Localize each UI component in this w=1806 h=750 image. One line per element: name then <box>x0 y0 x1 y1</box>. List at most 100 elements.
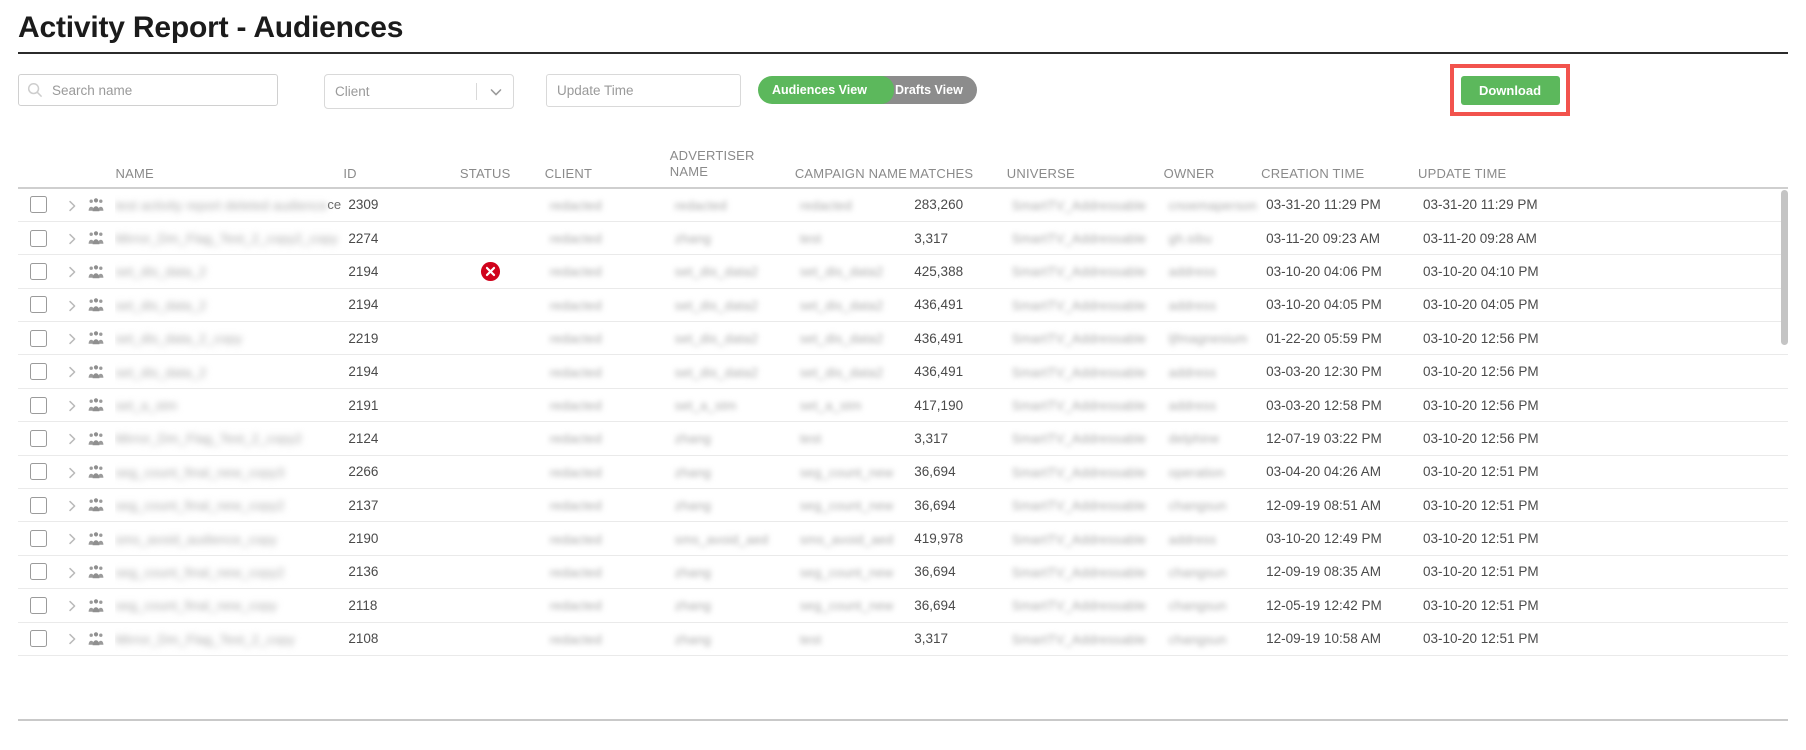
row-checkbox[interactable] <box>30 363 47 381</box>
row-checkbox[interactable] <box>30 496 47 514</box>
row-checkbox-cell <box>18 588 65 623</box>
row-checkbox[interactable] <box>30 530 47 548</box>
row-expand-icon[interactable] <box>65 199 79 213</box>
row-checkbox[interactable] <box>30 630 47 648</box>
row-checkbox[interactable] <box>30 563 47 581</box>
cell-name[interactable]: seg_count_final_new_copy3 <box>115 455 344 490</box>
row-expand-icon[interactable] <box>65 399 79 413</box>
row-checkbox[interactable] <box>30 262 47 280</box>
row-checkbox[interactable] <box>30 229 47 247</box>
row-expand-icon[interactable] <box>65 432 79 446</box>
header-spacer <box>1598 140 1788 189</box>
row-expand-icon[interactable] <box>65 332 79 346</box>
column-header-status[interactable]: STATUS <box>459 140 545 189</box>
column-header-update-time[interactable]: UPDATE TIME <box>1418 140 1599 189</box>
table-row[interactable]: seg_count_final_new_copy3 2266 redacted zha… <box>18 455 1788 490</box>
row-expand-icon[interactable] <box>65 232 79 246</box>
table-row[interactable]: set_dis_data_2_copy 2219 redacted set_dis_d… <box>18 321 1788 356</box>
row-expander-cell <box>64 254 88 289</box>
cell-client: redacted <box>544 288 670 323</box>
update-time-input[interactable]: Update Time <box>546 74 741 107</box>
cell-name[interactable]: test activity report deleted audiencece <box>115 188 344 222</box>
row-checkbox[interactable] <box>30 329 47 347</box>
table-row[interactable]: set_dis_data_2 2194 redacted set_dis_data2 s… <box>18 254 1788 289</box>
cell-name[interactable]: set_a_stm <box>115 388 344 423</box>
column-header-name[interactable]: NAME <box>115 140 344 189</box>
advertiser-redacted: set_a_stm <box>674 398 737 413</box>
column-header-creation-time[interactable]: CREATION TIME <box>1261 140 1418 189</box>
campaign-redacted: set_dis_data2 <box>799 297 884 313</box>
campaign-redacted: test <box>799 631 822 647</box>
tab-audiences-view[interactable]: Audiences View <box>758 76 894 104</box>
cell-id: 2219 <box>343 321 460 356</box>
row-expand-icon[interactable] <box>65 499 79 513</box>
column-header-universe[interactable]: UNIVERSE <box>1006 140 1164 189</box>
table-row[interactable]: set_dis_data_2 2194 redacted set_dis_data2 s… <box>18 354 1788 389</box>
cell-name[interactable]: set_dis_data_2_copy <box>115 321 344 356</box>
client-dropdown[interactable]: Client <box>324 74 514 109</box>
vertical-scrollbar[interactable] <box>1781 190 1788 735</box>
cell-name[interactable]: Mirror_Dm_Flag_Test_2_copy2_copy <box>115 221 344 256</box>
row-checkbox[interactable] <box>30 463 47 481</box>
cell-owner: address <box>1163 521 1262 556</box>
table-row[interactable]: seg_count_final_new_copy2 2137 redacted zha… <box>18 488 1788 523</box>
column-header-matches[interactable]: MATCHES <box>909 140 1007 189</box>
column-header-id[interactable]: ID <box>343 140 460 189</box>
scrollbar-thumb[interactable] <box>1781 190 1788 345</box>
audience-people-icon <box>88 365 104 379</box>
table-row[interactable]: sms_avoid_audience_copy 2190 redacted sms_a… <box>18 521 1788 556</box>
row-name-redacted: sms_avoid_audience_copy <box>115 531 277 547</box>
cell-name[interactable]: sms_avoid_audience_copy <box>115 521 344 556</box>
row-type-icon-cell <box>87 254 116 289</box>
table-row[interactable]: test activity report deleted audiencece 2… <box>18 188 1788 222</box>
row-expand-icon[interactable] <box>65 632 79 646</box>
column-header-owner[interactable]: OWNER <box>1163 140 1262 189</box>
cell-matches: 283,260 <box>909 188 1007 222</box>
cell-name[interactable]: Mirror_Dm_Flag_Test_2_copy2 <box>115 421 344 456</box>
row-checkbox[interactable] <box>30 196 47 214</box>
table-row[interactable]: set_a_stm 2191 redacted set_a_stm set_a_stm 4… <box>18 388 1788 423</box>
download-button[interactable]: Download <box>1460 75 1560 105</box>
cell-name[interactable]: set_dis_data_2 <box>115 254 344 289</box>
cell-name[interactable]: seg_count_final_new_copy2 <box>115 555 344 590</box>
cell-name[interactable]: Mirror_Dm_Flag_Test_2_copy <box>115 622 344 656</box>
row-checkbox[interactable] <box>30 296 47 314</box>
cell-name[interactable]: set_dis_data_2 <box>115 288 344 323</box>
cell-name[interactable]: set_dis_data_2 <box>115 354 344 389</box>
table-row[interactable]: Mirror_Dm_Flag_Test_2_copy 2108 redacted zh… <box>18 622 1788 656</box>
cell-owner: address <box>1163 388 1262 423</box>
column-header-client[interactable]: CLIENT <box>544 140 670 189</box>
row-checkbox[interactable] <box>30 396 47 414</box>
table-row[interactable]: seg_count_final_new_copy2 2136 redacted zha… <box>18 555 1788 590</box>
table-row[interactable]: Mirror_Dm_Flag_Test_2_copy2_copy 2274 reda… <box>18 221 1788 256</box>
client-redacted: redacted <box>549 464 602 480</box>
advertiser-redacted: set_dis_data2 <box>674 331 759 347</box>
row-expand-icon[interactable] <box>65 299 79 313</box>
owner-redacted: address <box>1168 264 1217 280</box>
cell-name[interactable]: seg_count_final_new_copy <box>115 588 344 623</box>
cell-creation-time: 12-05-19 12:42 PM <box>1261 588 1418 623</box>
row-expand-icon[interactable] <box>65 365 79 379</box>
row-expand-icon[interactable] <box>65 599 79 613</box>
row-expander-cell <box>64 388 88 423</box>
cell-advertiser-name: redacted <box>669 188 795 222</box>
row-expand-icon[interactable] <box>65 466 79 480</box>
cell-name[interactable]: seg_count_final_new_copy2 <box>115 488 344 523</box>
cell-creation-time: 12-07-19 03:22 PM <box>1261 421 1418 456</box>
cell-client: redacted <box>544 488 670 523</box>
row-expand-icon[interactable] <box>65 566 79 580</box>
row-checkbox[interactable] <box>30 596 47 614</box>
table-row[interactable]: set_dis_data_2 2194 redacted set_dis_data2 s… <box>18 288 1788 323</box>
row-checkbox[interactable] <box>30 429 47 447</box>
table-row[interactable]: seg_count_final_new_copy 2118 redacted zhan… <box>18 588 1788 623</box>
search-input[interactable]: Search name <box>18 74 278 106</box>
cell-spacer <box>1598 588 1788 623</box>
table-row[interactable]: Mirror_Dm_Flag_Test_2_copy2 2124 redacted z… <box>18 421 1788 456</box>
column-header-advertiser-name[interactable]: ADVERTISER NAME <box>669 140 795 189</box>
universe-redacted: SmartTV_Addressable <box>1011 364 1147 380</box>
cell-update-time: 03-31-20 11:29 PM <box>1418 188 1599 222</box>
column-header-campaign-name[interactable]: CAMPAIGN NAME <box>794 140 910 189</box>
row-name-redacted: set_dis_data_2 <box>115 264 207 280</box>
row-expand-icon[interactable] <box>65 265 79 279</box>
row-expand-icon[interactable] <box>65 532 79 546</box>
